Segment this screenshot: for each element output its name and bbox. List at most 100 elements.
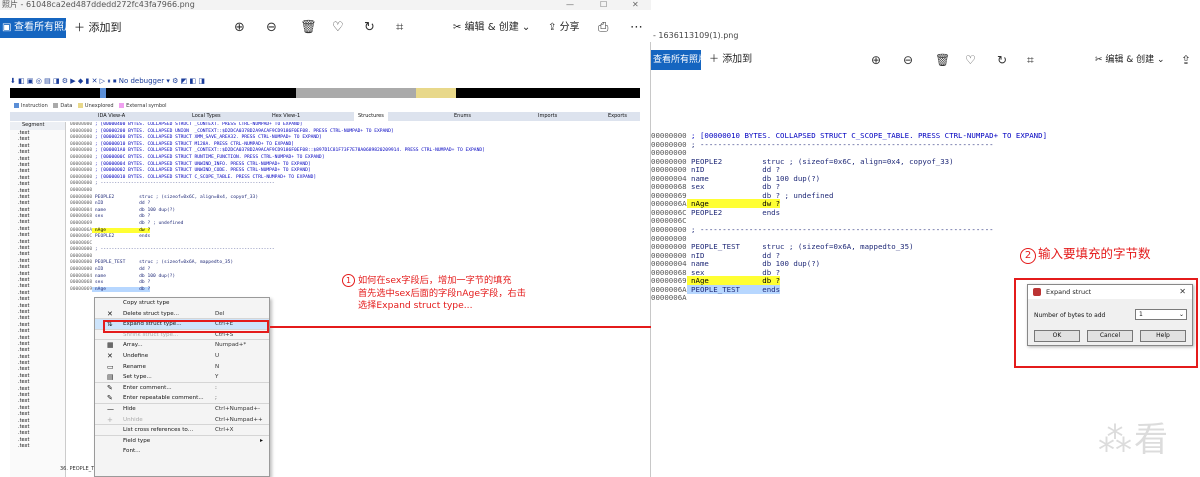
annotation-2-text: 输入要填充的字节数 [1038,246,1151,261]
code-line[interactable]: 00000000 PEOPLE2 struc ; (sizeof=0x6C, a… [70,195,640,202]
code-line[interactable]: 00000000 PEOPLE_TEST struc ; (sizeof=0x6… [70,260,640,267]
crop-icon[interactable]: ⌗ [1027,50,1034,70]
code-text: nAge db ? [686,276,781,286]
tab-local-types[interactable]: Local Types [192,112,221,121]
delete-icon[interactable]: 🗑 [935,50,950,70]
ida-toolbar: ⬇ ◧ ▣ ◎ ▤ ◨ ⚙ ▶ ◆ ▮ ✕ ▷ ⏸ ⏹ No debugger … [10,77,205,85]
code-line[interactable]: 00000004 name db 100 dup(?) [70,208,640,215]
view-all-photos-button[interactable]: 查看所有照片 [651,50,701,70]
context-menu-item[interactable]: Field type ▸ [95,436,269,447]
code-line[interactable]: 00000000 ; -----------------------------… [651,139,1200,150]
code-address: 00000069 [70,286,93,292]
tab-ida-view[interactable]: IDA View-A [98,112,125,121]
debugger-select[interactable]: No debugger [119,77,164,85]
bytes-to-add-combo[interactable]: 1 ⌄ [1135,309,1187,320]
photos-icon: ▣ [2,22,12,33]
zoom-out-icon[interactable]: ⊖ [266,18,277,38]
zoom-in-icon[interactable]: ⊕ [871,50,881,70]
add-to-button[interactable]: ＋ 添加到 [74,18,122,38]
menu-item-label: Copy struct type [123,300,170,306]
code-text: PEOPLE2 struc ; (sizeof=0x6C, align=0x4,… [92,194,259,200]
code-line[interactable]: 00000000 ; [00000002 BYTES. COLLAPSED ST… [70,168,640,175]
ok-button[interactable]: OK [1034,330,1080,342]
tab-hex-view[interactable]: Hex View-1 [272,112,300,121]
code-line[interactable]: 00000000 ; -----------------------------… [70,181,640,188]
rotate-icon[interactable]: ↻ [997,50,1007,70]
context-menu-item[interactable]: ✎ Enter comment...: [95,383,269,394]
tab-structures[interactable]: Structures [354,112,388,121]
delete-icon[interactable]: 🗑 [300,18,317,38]
right-photos-window: - 1636113109(1).png 查看所有照片 ＋ 添加到 ⊕ ⊖ 🗑 ♡… [651,0,1200,477]
code-text: name db 100 dup(?) [92,273,176,279]
code-line[interactable]: 00000000 ; -----------------------------… [651,225,1200,235]
view-all-photos-button[interactable]: ▣ 查看所有照片 [0,18,66,38]
code-address: 00000000 [70,168,93,174]
code-line[interactable]: 0000006C PEOPLE2 ends [651,208,1200,218]
tab-imports[interactable]: Imports [538,112,557,121]
code-line[interactable]: 0000006C PEOPLE2 ends [70,234,640,241]
tab-enums[interactable]: Enums [454,112,471,121]
edit-create-button[interactable]: ✂ 编辑 & 创建 ⌄ [1095,50,1165,70]
context-menu-item[interactable]: ✕ Undefine U [95,351,269,362]
maximize-button[interactable]: ☐ [600,0,607,10]
code-line[interactable]: 00000000 ; [00000200 BYTES. COLLAPSED ST… [70,135,640,142]
more-icon[interactable]: ⋯ [630,18,643,38]
context-menu-item[interactable]: ✕ Delete struct type... Del [95,309,269,320]
code-line[interactable]: 00000000 [70,188,640,195]
favorite-icon[interactable]: ♡ [332,18,344,38]
legend-label: Instruction [21,103,48,109]
code-address: 00000000 [70,128,93,134]
bytes-to-add-value: 1 [1139,311,1143,318]
code-text: ; --------------------------------------… [92,247,275,253]
chevron-down-icon[interactable]: ⌄ [1179,310,1184,319]
rotate-icon[interactable]: ↻ [364,18,375,38]
favorite-icon[interactable]: ♡ [965,50,976,70]
menu-highlight-frame [103,320,269,333]
help-button[interactable]: Help [1140,330,1186,342]
cancel-button[interactable]: Cancel [1087,330,1133,342]
code-text: ; [00000004 BYTES. COLLAPSED STRUCT UNWI… [92,161,311,167]
context-menu-item[interactable]: ▦ Array... Numpad+* [95,340,269,351]
code-line[interactable]: 00000069 db ? ; undefined [70,221,640,228]
code-line[interactable]: 00000000 nID dd ? [70,201,640,208]
context-menu-item[interactable]: ▤ Set type... Y [95,372,269,383]
add-to-button[interactable]: ＋ 添加到 [709,50,752,70]
minimize-button[interactable]: — [566,0,574,10]
share-icon[interactable]: ⇪ [1181,50,1191,70]
context-menu-item[interactable]: Font... [95,446,269,457]
code-line[interactable]: 00000000 ; [0000000C BYTES. COLLAPSED ST… [70,155,640,162]
segment-row[interactable]: .text [10,443,65,449]
tab-exports[interactable]: Exports [608,112,627,121]
step-number-badge: 1 [342,274,355,287]
close-button[interactable]: ✕ [632,0,639,10]
context-menu-item[interactable]: ▭ Rename N [95,362,269,373]
code-address: 0000006C [70,234,93,240]
edit-create-button[interactable]: ✂ 编辑 & 创建 ⌄ [453,18,530,38]
zoom-in-icon[interactable]: ⊕ [234,18,245,38]
code-line[interactable]: 00000068 sex db ? [70,214,640,221]
context-menu-item[interactable]: + Unhide Ctrl+Numpad++ [95,415,269,426]
code-address: 00000069 [70,220,93,226]
dialog-close-icon[interactable]: ✕ [1179,285,1186,299]
context-menu-item[interactable]: List cross references to... Ctrl+X [95,425,269,436]
code-line[interactable]: 00000000 nID dd ? [70,267,640,274]
code-line[interactable]: 00000000 ; [00000400 BYTES. COLLAPSED ST… [70,122,640,129]
context-menu-item[interactable]: — Hide Ctrl+Numpad+- [95,404,269,415]
code-address: 00000000 [70,148,93,154]
code-line[interactable]: 00000000 ; -----------------------------… [70,247,640,254]
print-icon[interactable]: ⎙ [598,18,608,38]
menu-item-label: Font... [123,448,141,455]
zoom-out-icon[interactable]: ⊖ [903,50,913,70]
code-text: ; --------------------------------------… [686,139,994,149]
code-line[interactable]: 0000006A nAge dw ? [70,227,640,235]
code-line[interactable]: 00000000 ; [000001A0 BYTES. COLLAPSED ST… [70,148,640,155]
annotation-1-line: 1 如何在sex字段后，增加一字节的填充 [342,274,562,288]
crop-icon[interactable]: ⌗ [396,18,403,38]
edit-create-label: 编辑 & 创建 [464,22,519,33]
left-window-title: 照片 - 61048ca2ed487ddedd272fc43fa7966.png… [0,0,651,10]
share-button[interactable]: ⇪ 分享 [548,18,580,38]
context-menu-item[interactable]: ✎ Enter repeatable comment...; [95,393,269,404]
watermark-text: 看 [1134,420,1170,460]
context-menu-item[interactable]: Copy struct type [95,298,269,309]
menu-item-label: Field type [123,437,151,444]
